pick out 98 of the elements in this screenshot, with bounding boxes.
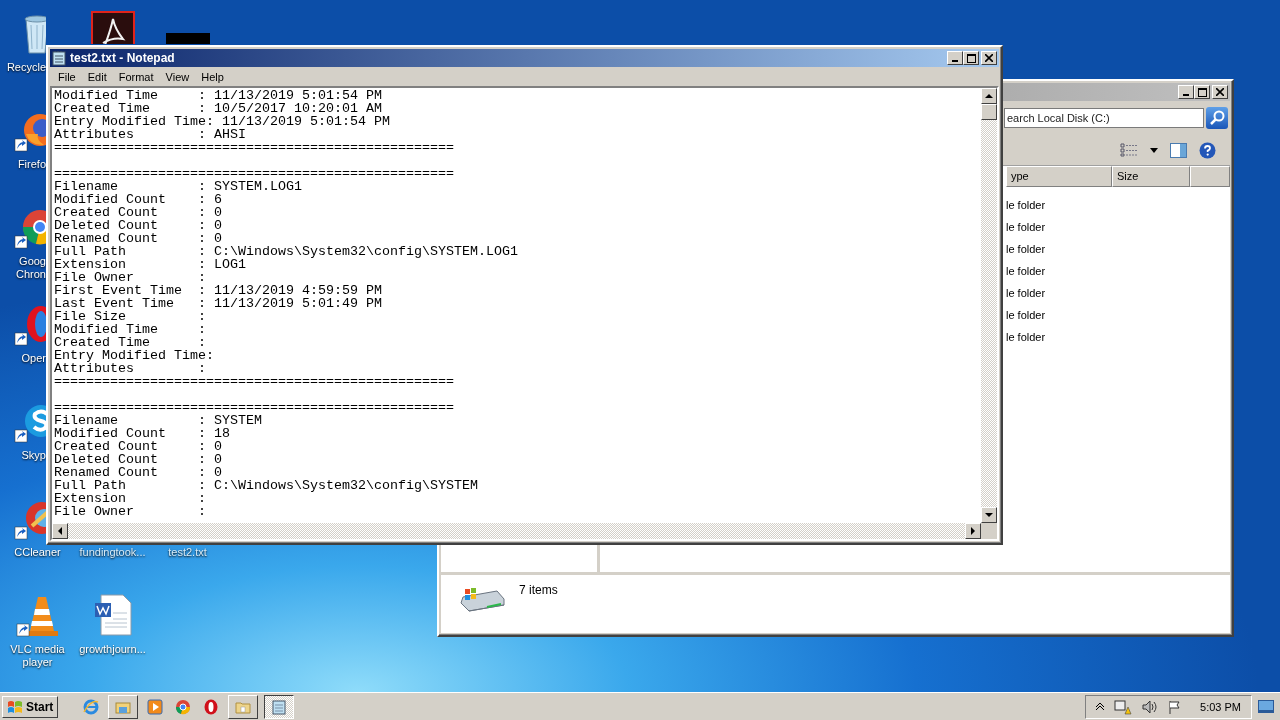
table-cell: le folder bbox=[1006, 309, 1046, 321]
text-line: Extension : bbox=[54, 492, 207, 505]
text-line: Filename : SYSTEM.LOG1 bbox=[54, 180, 303, 193]
menu-item[interactable]: Format bbox=[112, 70, 160, 83]
desktop-icon-label[interactable]: CCleaner bbox=[14, 546, 61, 559]
arrow-down-icon bbox=[985, 511, 993, 519]
table-cell: le folder bbox=[1006, 287, 1046, 299]
chevron-up-icon[interactable] bbox=[1096, 702, 1105, 711]
taskbar-button[interactable] bbox=[264, 694, 295, 719]
menu-item[interactable]: File bbox=[52, 70, 82, 83]
close-icon bbox=[1216, 88, 1224, 96]
show-desktop-icon[interactable] bbox=[1258, 699, 1274, 714]
acrobat-icon[interactable] bbox=[90, 11, 135, 44]
minimize-button[interactable] bbox=[1178, 85, 1194, 99]
text-line: Modified Count : 6 bbox=[54, 193, 223, 206]
table-cell: le folder bbox=[1006, 199, 1046, 211]
notepad-icon bbox=[52, 50, 66, 66]
scroll-left-button[interactable] bbox=[52, 523, 68, 539]
text-line: Last Event Time : 11/13/2019 5:01:49 PM bbox=[54, 297, 383, 310]
notepad-icon bbox=[271, 698, 288, 715]
text-line: File Owner : bbox=[54, 271, 207, 284]
text-line: Full Path : C:\Windows\System32\config\SYSTEM bbox=[54, 479, 479, 492]
scroll-thumb[interactable] bbox=[981, 104, 997, 120]
text-line: File Owner : bbox=[54, 505, 207, 518]
caret-icon[interactable] bbox=[1150, 147, 1158, 153]
desktop-icon-label[interactable]: Skyp bbox=[0, 449, 46, 462]
item-count: 7 items bbox=[519, 583, 558, 597]
menu-item[interactable]: View bbox=[159, 70, 196, 83]
arrow-left-icon bbox=[56, 527, 64, 535]
window-title: test2.txt - Notepad bbox=[70, 51, 176, 65]
maximize-button[interactable] bbox=[1194, 85, 1210, 99]
text-line: Renamed Count : 0 bbox=[54, 466, 223, 479]
text-line: ================================================== bbox=[54, 375, 455, 388]
text-line: Filename : SYSTEM bbox=[54, 414, 263, 427]
table-cell: le folder bbox=[1006, 243, 1046, 255]
close-button[interactable] bbox=[981, 51, 997, 65]
search-field[interactable]: earch Local Disk (C:) bbox=[1004, 108, 1204, 128]
menu-item[interactable]: Help bbox=[195, 70, 230, 83]
close-button[interactable] bbox=[1212, 85, 1228, 99]
text-line: Modified Count : 18 bbox=[54, 427, 231, 440]
text-line: Created Time : 10/5/2017 10:20:01 AM bbox=[54, 102, 383, 115]
text-line: Modified Time : 11/13/2019 5:01:54 PM bbox=[54, 89, 383, 102]
desktop-icon-label[interactable]: Recycle bbox=[0, 61, 46, 74]
flag-icon[interactable] bbox=[1168, 699, 1183, 714]
text-line: First Event Time : 11/13/2019 4:59:59 PM bbox=[54, 284, 383, 297]
start-button[interactable]: Start bbox=[2, 695, 59, 718]
vertical-scrollbar[interactable] bbox=[981, 88, 997, 523]
table-cell: le folder bbox=[1006, 221, 1046, 233]
maximize-icon bbox=[966, 53, 976, 63]
text-line: Attributes : bbox=[54, 362, 207, 375]
text-line: Created Count : 0 bbox=[54, 206, 223, 219]
maximize-icon bbox=[1197, 87, 1207, 97]
desktop-icon-label[interactable]: Firefo bbox=[0, 158, 46, 171]
speaker-icon[interactable] bbox=[1142, 699, 1159, 714]
text-line: Modified Time : bbox=[54, 323, 207, 336]
text-line: ================================================== bbox=[54, 141, 455, 154]
text-line: ================================================== bbox=[54, 167, 455, 180]
arrow-right-icon bbox=[969, 527, 977, 535]
opera-icon bbox=[203, 698, 220, 715]
text-line: File Size : bbox=[54, 310, 207, 323]
arrow-up-icon bbox=[985, 92, 993, 100]
desktop-icon-label[interactable]: Goog Chron bbox=[0, 255, 46, 281]
scroll-up-button[interactable] bbox=[981, 88, 997, 104]
text-line: Full Path : C:\Windows\System32\config\SYSTEM.LOG1 bbox=[54, 245, 519, 258]
horizontal-scrollbar[interactable] bbox=[52, 523, 981, 539]
text-line: Created Time : bbox=[54, 336, 207, 349]
table-cell: le folder bbox=[1006, 331, 1046, 343]
network-warning-icon[interactable] bbox=[1114, 698, 1133, 715]
close-icon bbox=[985, 54, 993, 62]
column-header[interactable] bbox=[1190, 166, 1230, 187]
search-button[interactable] bbox=[1206, 107, 1228, 129]
start-logo-icon bbox=[7, 699, 23, 714]
column-header[interactable]: Size bbox=[1112, 166, 1190, 187]
table-cell: le folder bbox=[1006, 265, 1046, 277]
chrome-icon bbox=[175, 698, 192, 715]
scroll-down-button[interactable] bbox=[981, 507, 997, 523]
text-line: Created Count : 0 bbox=[54, 440, 223, 453]
help-icon[interactable] bbox=[1199, 141, 1216, 159]
text-line: ================================================== bbox=[54, 401, 455, 414]
menu-item[interactable]: Edit bbox=[81, 70, 113, 83]
text-line: Attributes : AHSI bbox=[54, 128, 247, 141]
scrollbar-corner bbox=[981, 523, 997, 539]
text-line: Extension : LOG1 bbox=[54, 258, 246, 271]
text-line: Deleted Count : 0 bbox=[54, 453, 223, 466]
minimize-button[interactable] bbox=[947, 51, 963, 65]
preview-pane-icon[interactable] bbox=[1170, 142, 1187, 158]
play-icon bbox=[147, 698, 164, 715]
text-line: Deleted Count : 0 bbox=[54, 219, 223, 232]
text-line: Entry Modified Time: bbox=[54, 349, 215, 362]
browser-icon bbox=[83, 698, 100, 715]
clock[interactable]: 5:03 PM bbox=[1200, 700, 1241, 713]
scroll-right-button[interactable] bbox=[965, 523, 981, 539]
text-line: Renamed Count : 0 bbox=[54, 232, 223, 245]
text-line: Entry Modified Time: 11/13/2019 5:01:54 PM bbox=[54, 115, 391, 128]
column-header[interactable]: ype bbox=[1006, 166, 1112, 187]
desktop-icon-label[interactable]: Oper bbox=[0, 352, 46, 365]
view-list-icon[interactable] bbox=[1120, 143, 1138, 157]
maximize-button[interactable] bbox=[963, 51, 979, 65]
